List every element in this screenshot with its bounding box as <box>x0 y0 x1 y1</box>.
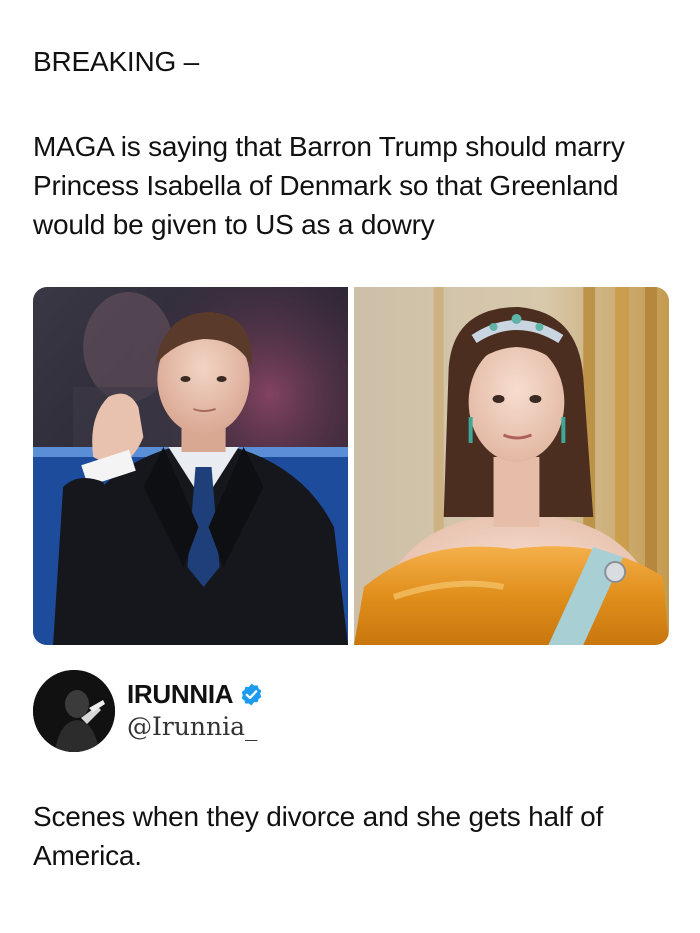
post-body: MAGA is saying that Barron Trump should … <box>33 131 625 240</box>
name-row: IRUNNIA <box>127 678 264 710</box>
author-names: IRUNNIA @Irunnia_ <box>127 678 264 744</box>
right-photo[interactable] <box>354 287 669 645</box>
avatar[interactable] <box>33 670 115 752</box>
photo-man-in-suit-icon <box>33 287 348 645</box>
media-grid <box>33 287 669 645</box>
reply-author[interactable]: IRUNNIA @Irunnia_ <box>33 670 264 752</box>
avatar-person-icon <box>33 670 115 752</box>
post-heading: BREAKING – <box>33 46 200 77</box>
reply-text: Scenes when they divorce and she gets ha… <box>33 801 604 871</box>
left-photo[interactable] <box>33 287 348 645</box>
display-name[interactable]: IRUNNIA <box>127 678 234 710</box>
photo-woman-in-gown-tiara-icon <box>354 287 669 645</box>
verified-badge-icon <box>239 682 264 707</box>
handle[interactable]: @Irunnia_ <box>127 710 264 744</box>
post-card: BREAKING – MAGA is saying that Barron Tr… <box>0 0 700 933</box>
